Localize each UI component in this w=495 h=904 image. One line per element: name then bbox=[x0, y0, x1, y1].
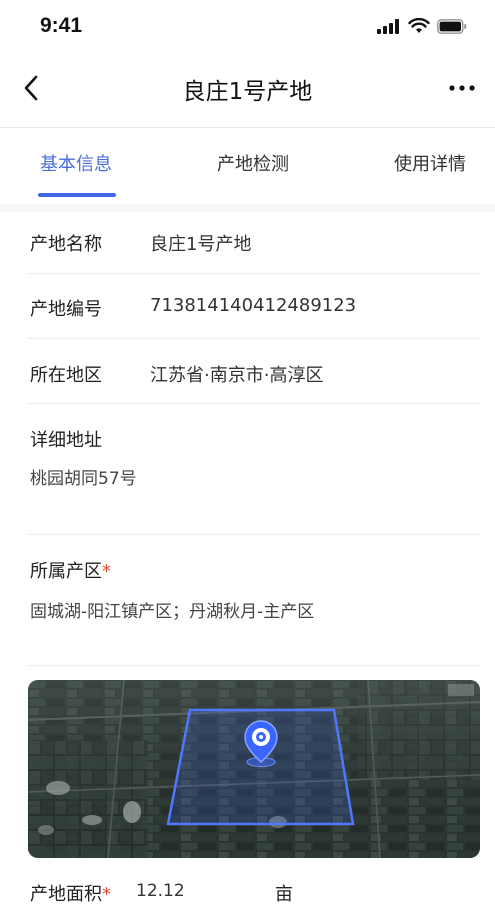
origin-code-label: 产地编号 bbox=[30, 299, 102, 320]
origin-code-value: 713814140412489123 bbox=[150, 295, 357, 316]
tab-origin-testing[interactable]: 产地检测 bbox=[217, 150, 289, 176]
status-bar: 9:41 bbox=[0, 0, 495, 54]
status-time: 9:41 bbox=[40, 14, 83, 37]
active-tab-indicator bbox=[38, 193, 116, 197]
section-divider bbox=[0, 204, 495, 212]
wifi-icon bbox=[408, 18, 430, 33]
tab-basic-info[interactable]: 基本信息 bbox=[40, 150, 112, 176]
location-pin-icon bbox=[244, 720, 278, 767]
page-title: 良庄1号产地 bbox=[182, 79, 313, 105]
more-button[interactable] bbox=[445, 74, 479, 102]
production-zone-label: 所属产区* bbox=[30, 561, 111, 582]
field-row-region: 所在地区 江苏省·南京市·高淳区 bbox=[28, 339, 481, 404]
status-icons bbox=[377, 18, 467, 34]
field-block-address: 详细地址 桃园胡同57号 bbox=[28, 404, 481, 535]
field-row-origin-code: 产地编号 713814140412489123 bbox=[28, 274, 481, 339]
origin-map[interactable] bbox=[28, 680, 480, 858]
signal-icon bbox=[377, 18, 399, 34]
area-required-mark: * bbox=[102, 884, 111, 904]
address-label: 详细地址 bbox=[30, 430, 102, 451]
region-value: 江苏省·南京市·高淳区 bbox=[150, 365, 324, 386]
address-value: 桃园胡同57号 bbox=[30, 469, 137, 489]
tab-usage-details[interactable]: 使用详情 bbox=[394, 150, 466, 176]
required-mark: * bbox=[102, 561, 111, 582]
field-block-production-zone: 所属产区* 固城湖-阳江镇产区；丹湖秋月-主产区 bbox=[28, 535, 481, 666]
origin-name-label: 产地名称 bbox=[30, 234, 102, 255]
region-label: 所在地区 bbox=[30, 365, 102, 386]
battery-icon bbox=[437, 18, 467, 34]
origin-name-value: 良庄1号产地 bbox=[150, 234, 252, 255]
navigation-bar: 良庄1号产地 bbox=[0, 54, 495, 128]
field-row-area: 产地面积* 12.12 亩 bbox=[28, 872, 480, 904]
area-unit: 亩 bbox=[275, 884, 293, 904]
more-icon bbox=[449, 85, 475, 91]
tab-bar: 基本信息 产地检测 使用详情 bbox=[0, 128, 495, 204]
field-row-origin-name: 产地名称 良庄1号产地 bbox=[28, 212, 481, 274]
satellite-map-image bbox=[28, 680, 480, 858]
area-label: 产地面积* bbox=[30, 884, 111, 904]
area-value: 12.12 bbox=[136, 881, 185, 901]
production-zone-value: 固城湖-阳江镇产区；丹湖秋月-主产区 bbox=[30, 602, 315, 622]
